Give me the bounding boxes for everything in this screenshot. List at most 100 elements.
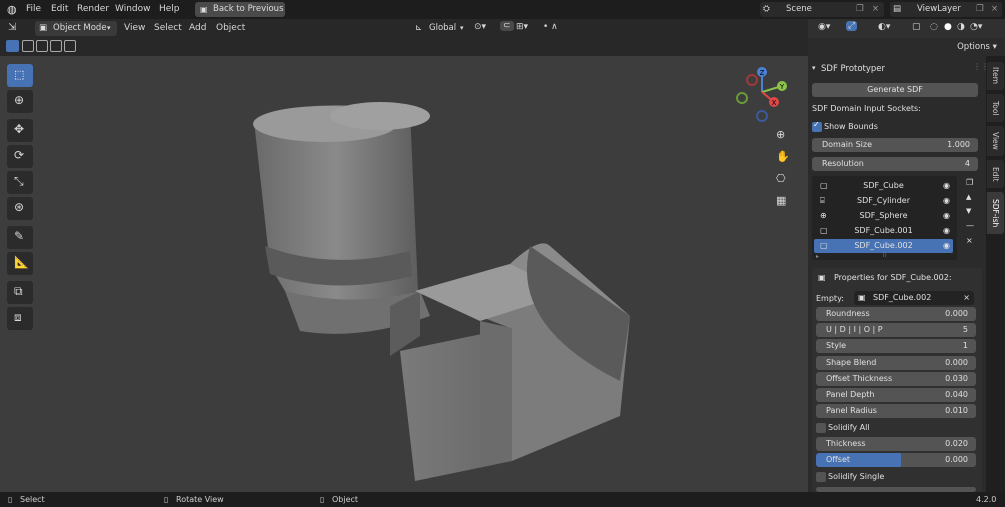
view-layer-selector[interactable]: ▤ ViewLayer ❐ ×	[890, 2, 1002, 17]
offset-slider[interactable]: Offset 0.000	[816, 453, 976, 467]
editor-type-icon[interactable]: ⇲	[8, 22, 16, 33]
menu-object[interactable]: Object	[216, 19, 245, 38]
proportional-edit-icon[interactable]: • ∧	[543, 22, 558, 32]
tab-item[interactable]: Item	[987, 62, 1004, 90]
move-up-icon[interactable]: ▲	[966, 193, 971, 201]
udiop-field[interactable]: U | D | I | O | P5	[816, 323, 976, 337]
tool-annotate[interactable]: ✎	[7, 226, 33, 249]
zoom-icon[interactable]: ⊕	[776, 128, 785, 141]
copy-icon[interactable]: ❐	[856, 2, 864, 17]
resolution-field[interactable]: Resolution 4	[812, 157, 978, 171]
panel-depth-field[interactable]: Panel Depth 0.040	[816, 388, 976, 402]
shape-blend-field[interactable]: Shape Blend 0.000	[816, 356, 976, 370]
duplicate-icon[interactable]: ❐	[966, 178, 973, 187]
menu-view[interactable]: View	[124, 19, 145, 38]
panel-top-bar: Options ▾	[808, 38, 1005, 56]
list-item[interactable]: ⊕ SDF_Sphere ◉	[814, 209, 953, 223]
camera-icon[interactable]: ⎔	[776, 172, 786, 185]
menu-render[interactable]: Render	[77, 0, 109, 19]
eye-icon[interactable]: ◉	[943, 209, 950, 223]
rendered-shading-icon[interactable]: ◔▾	[970, 22, 982, 32]
generate-sdf-button[interactable]: Generate SDF	[812, 83, 978, 97]
solid-shading-icon[interactable]: ●	[944, 22, 952, 32]
status-object: Object	[332, 495, 359, 504]
menu-window[interactable]: Window	[115, 0, 151, 19]
wireframe-shading-icon[interactable]: ◌	[930, 22, 938, 32]
tool-rotate[interactable]: ⟳	[7, 145, 33, 168]
tool-add-object[interactable]: ⧈	[7, 307, 33, 330]
tab-sdf-ish[interactable]: SDF-ish	[987, 192, 1004, 234]
object-mode-icon: ▣	[39, 23, 48, 33]
3d-viewport[interactable]: ⬚ ⊕ ✥ ⟳ ⤡ ⊛ ✎ 📐 ⧉ ⧈ Z Y X ⊕ ✋ ⎔ ▦	[0, 56, 808, 492]
select-subtract-icon[interactable]	[36, 40, 48, 52]
blender-logo-icon[interactable]: ◍	[7, 3, 17, 16]
eye-icon[interactable]: ◉	[943, 194, 950, 208]
menu-add[interactable]: Add	[189, 19, 206, 38]
transform-orientation-dropdown[interactable]: ⊾ Global ▾	[413, 21, 469, 36]
solidify-single-checkbox[interactable]	[816, 472, 826, 482]
tool-measure[interactable]: 📐	[7, 252, 33, 275]
list-item[interactable]: ▢ SDF_Cube ◉	[814, 179, 953, 193]
clear-icon[interactable]: ×	[963, 291, 970, 305]
tool-move[interactable]: ✥	[7, 119, 33, 142]
tab-tool[interactable]: Tool	[987, 94, 1004, 122]
xray-icon[interactable]: ▢	[912, 22, 921, 32]
tool-select-box[interactable]: ⬚	[7, 64, 33, 87]
resize-handle-icon[interactable]: ⠿	[882, 251, 887, 259]
menu-help[interactable]: Help	[159, 0, 180, 19]
show-bounds-checkbox[interactable]: ✓	[812, 120, 822, 132]
tab-view[interactable]: View	[987, 126, 1004, 156]
close-icon[interactable]: ×	[872, 2, 879, 17]
thickness-field[interactable]: Thickness 0.020	[816, 437, 976, 451]
roundness-field[interactable]: Roundness 0.000	[816, 307, 976, 321]
visibility-icon[interactable]: ◉▾	[818, 22, 830, 32]
solidify-all-checkbox[interactable]	[816, 423, 826, 433]
back-to-previous-button[interactable]: ▣ Back to Previous	[195, 2, 285, 17]
remove-icon[interactable]: —	[966, 221, 974, 230]
chevron-down-icon[interactable]: ▾	[812, 64, 816, 72]
select-box-icon[interactable]	[6, 40, 19, 52]
list-item[interactable]: ⌸ SDF_Cylinder ◉	[814, 194, 953, 208]
tool-scale[interactable]: ⤡	[7, 171, 33, 194]
select-invert-icon[interactable]	[64, 40, 76, 52]
tool-add-cube[interactable]: ⧉	[7, 281, 33, 304]
move-down-icon[interactable]: ▼	[966, 207, 971, 215]
sdf-object-list[interactable]: ▢ SDF_Cube ◉ ⌸ SDF_Cylinder ◉ ⊕ SDF_Sphere ◉ ▢…	[812, 176, 957, 260]
mode-dropdown[interactable]: ▣ Object Mode ▾	[35, 21, 117, 36]
select-intersect-icon[interactable]	[50, 40, 62, 52]
hand-icon[interactable]: ✋	[776, 150, 790, 163]
delete-icon[interactable]: ×	[966, 236, 973, 245]
chevron-down-icon: ▾	[460, 24, 464, 32]
grid-icon[interactable]: ▦	[776, 194, 786, 207]
tool-cursor[interactable]: ⊕	[7, 90, 33, 113]
gizmo-y-label: Y	[779, 83, 785, 91]
close-icon[interactable]: ×	[991, 2, 998, 17]
expand-icon[interactable]: ▸	[816, 253, 819, 260]
scene-selector[interactable]: ⛭ Scene ❐ ×	[760, 2, 884, 17]
eye-icon[interactable]: ◉	[943, 179, 950, 193]
pivot-icon[interactable]: ⊙▾	[474, 22, 486, 32]
select-extend-icon[interactable]	[22, 40, 34, 52]
navigation-gizmo[interactable]: Z Y X	[732, 64, 792, 132]
gizmo-toggle-icon[interactable]: ⤢	[846, 21, 858, 31]
snap-icon[interactable]: ⊂	[500, 21, 514, 31]
overlay-icon[interactable]: ◐▾	[878, 22, 890, 32]
eye-icon[interactable]: ◉	[943, 224, 950, 238]
menu-file[interactable]: File	[26, 0, 41, 19]
menu-edit[interactable]: Edit	[51, 0, 68, 19]
panel-radius-field[interactable]: Panel Radius 0.010	[816, 404, 976, 418]
snap-target-icon[interactable]: ⊞▾	[516, 22, 528, 32]
empty-object-field[interactable]: ▣ SDF_Cube.002 ×	[854, 291, 974, 305]
offset-thickness-field[interactable]: Offset Thickness 0.030	[816, 372, 976, 386]
style-field[interactable]: Style 1	[816, 339, 976, 353]
tab-edit[interactable]: Edit	[987, 160, 1004, 188]
material-shading-icon[interactable]: ◑	[957, 22, 965, 32]
options-dropdown[interactable]: Options ▾	[952, 40, 1002, 55]
menu-select[interactable]: Select	[154, 19, 182, 38]
domain-size-field[interactable]: Domain Size 1.000	[812, 138, 978, 152]
properties-icon: ▣	[818, 273, 826, 282]
eye-icon[interactable]: ◉	[943, 239, 950, 253]
list-item[interactable]: ▢ SDF_Cube.001 ◉	[814, 224, 953, 238]
copy-icon[interactable]: ❐	[976, 2, 984, 17]
tool-transform[interactable]: ⊛	[7, 197, 33, 220]
